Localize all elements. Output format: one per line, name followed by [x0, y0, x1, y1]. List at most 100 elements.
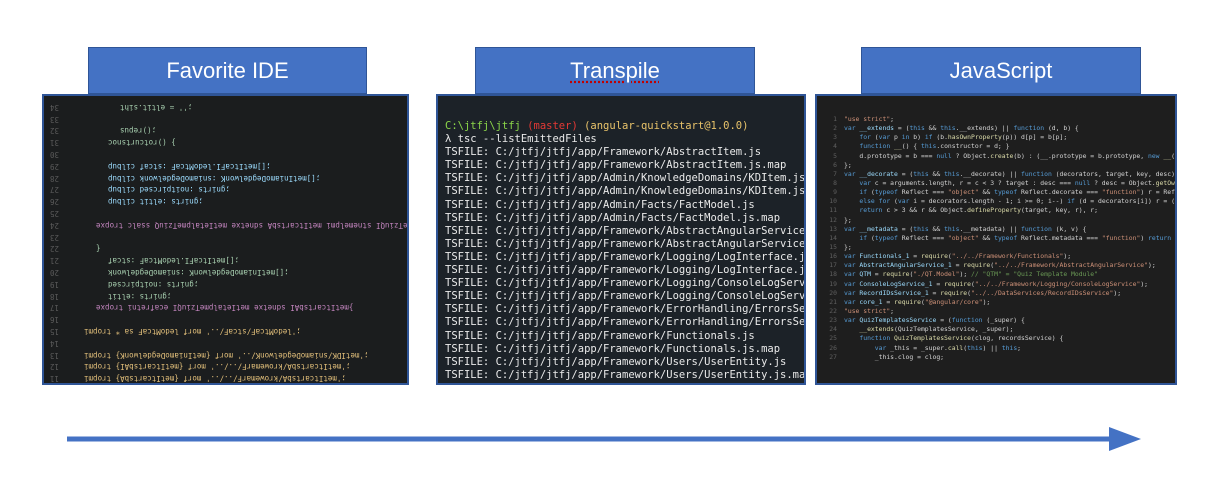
terminal-output-line: TSFILE: C:/jtfj/jtfj/app/Framework/Abstr…: [445, 224, 806, 237]
js-code-line: 24 __extends(QuizTemplatesService, _supe…: [817, 325, 1175, 334]
code-text: var QTM = require("./QT.Model"); // "QTM…: [844, 270, 1098, 279]
terminal-screenshot: C:\jtfj\jtfj (master) (angular-quickstar…: [436, 94, 806, 385]
terminal-prompt: C:\jtfj\jtfj (master) (angular-quickstar…: [445, 120, 804, 133]
terminal-output-line: TSFILE: C:/jtfj/jtfj/app/Framework/Loggi…: [445, 264, 806, 277]
terminal-output-line: TSFILE: C:/jtfj/jtfj/app/Framework/Loggi…: [445, 277, 806, 290]
js-code-line: 8 var c = arguments.length, r = c < 3 ? …: [817, 179, 1175, 188]
line-number: 8: [833, 178, 837, 187]
line-number: 11: [829, 206, 837, 215]
code-text: var QuizTemplatesService = (function (_s…: [844, 316, 1025, 325]
line-number: 2: [833, 124, 837, 133]
terminal-output-line: TSFILE: C:/jtfj/jtfj/app/Framework/Loggi…: [445, 250, 806, 263]
code-text: var ConsoleLogService_1 = require("../..…: [844, 279, 1149, 288]
js-code-line: 27 _this.clog = clog;: [817, 353, 1175, 362]
line-number: 11: [50, 374, 60, 384]
terminal-output-line: TSFILE: C:/jtfj/jtfj/app/Admin/Facts/Fac…: [445, 211, 781, 224]
js-code-line: 1 "use strict";: [817, 115, 1175, 124]
line-number: 21: [829, 297, 837, 306]
js-code-line: 23 var QuizTemplatesService = (function (…: [817, 316, 1175, 325]
stage-label: JavaScript: [949, 57, 1053, 83]
js-code-line: 18 var QTM = require("./QT.Model"); // "Q…: [817, 270, 1175, 279]
code-text: var __metadata = (this && this.__metadat…: [844, 224, 1087, 233]
js-code-line: 19 var ConsoleLogService_1 = require("../…: [817, 280, 1175, 289]
stage-label: Favorite IDE: [166, 57, 289, 83]
js-code-line: 11 return c > 3 && r && Object.definePro…: [817, 206, 1175, 215]
js-code-line: 7 var __decorate = (this && this.__decora…: [817, 170, 1175, 179]
ide-code-line: 11 import {AbstractItem} from '../../Fram…: [44, 371, 407, 384]
line-number: 9: [833, 188, 837, 197]
line-number: 5: [833, 151, 837, 160]
js-code-line: 16 var Functionals_1 = require("../../Fra…: [817, 252, 1175, 261]
js-code-line: 22 "use strict";: [817, 307, 1175, 316]
line-number: 20: [829, 288, 837, 297]
js-code-line: 14 if (typeof Reflect === "object" && ty…: [817, 234, 1175, 243]
stage-header-ide: Favorite IDE: [88, 47, 367, 94]
stage-header-transpile: Transpile: [475, 47, 755, 94]
terminal-output-line: TSFILE: C:/jtfj/jtfj/app/Admin/Knowledge…: [445, 172, 806, 185]
code-text: "use strict";: [844, 306, 895, 315]
line-number: 10: [829, 197, 837, 206]
terminal-output-line: TSFILE: C:/jtfj/jtfj/app/Framework/Error…: [445, 303, 806, 316]
line-number: 19: [829, 279, 837, 288]
terminal-output-line: TSFILE: C:/jtfj/jtfj/app/Framework/Abstr…: [445, 237, 806, 250]
line-number: 6: [833, 160, 837, 169]
terminal-output-line: TSFILE: C:/jtfj/jtfj/app/Framework/Funct…: [445, 342, 781, 355]
terminal-output-line: TSFILE: C:/jtfj/jtfj/app/Admin/Facts/Fac…: [445, 198, 755, 211]
code-text: };: [844, 160, 852, 169]
code-text: var Functionals_1 = require("../../Frame…: [844, 252, 1072, 261]
prompt-path: C:\jtfj\jtfj: [445, 120, 521, 132]
line-number: 7: [833, 169, 837, 178]
terminal-output-line: TSFILE: C:/jtfj/jtfj/app/Framework/Error…: [445, 316, 806, 329]
code-text: var __extends = (this && this.__extends)…: [844, 124, 1079, 133]
code-text: };: [844, 215, 852, 224]
code-text: import {AbstractItem} from '../../Framew…: [84, 374, 346, 384]
code-text: for (var p in b) if (b.hasOwnProperty(p)…: [859, 133, 1068, 142]
ide-code-mirrored: 34 this.title = ''; 33 32 super(); 31 construc…: [44, 96, 407, 383]
terminal-output: TSFILE: C:/jtfj/jtfj/app/Framework/Abstr…: [445, 146, 806, 383]
line-number: 23: [829, 316, 837, 325]
terminal-output-line: TSFILE: C:/jtfj/jtfj/app/Framework/Users…: [445, 368, 806, 381]
line-number: 22: [829, 306, 837, 315]
js-code-line: 10 else for (var i = decorators.length -…: [817, 197, 1175, 206]
js-code-line: 13 var __metadata = (this && this.__metad…: [817, 225, 1175, 234]
code-text: __extends(QuizTemplatesService, _super);: [859, 325, 1014, 334]
terminal-command: λ tsc --listEmittedFiles: [445, 133, 597, 146]
line-number: 4: [833, 142, 837, 151]
js-code-line: 25 function QuizTemplatesService(clog, r…: [817, 334, 1175, 343]
code-text: function __() { this.constructor = d; }: [859, 142, 1010, 151]
line-number: 16: [829, 252, 837, 261]
code-text: "use strict";: [844, 115, 895, 123]
js-code-line: 21 var core_1 = require("@angular/core");: [817, 298, 1175, 307]
js-code-line: 15};: [817, 243, 1175, 252]
js-code-line: 26 var _this = _super.call(this) || this…: [817, 344, 1175, 353]
line-number: 1: [833, 115, 837, 123]
code-text: var c = arguments.length, r = c < 3 ? ta…: [859, 178, 1177, 187]
terminal-output-line: TSFILE: C:/jtfj/jtfj/app/Admin/Knowledge…: [445, 185, 806, 198]
terminal-output-line: TSFILE: C:/jtfj/jtfj/app/Framework/Users…: [445, 355, 787, 368]
js-code-line: 20 var RecordIDsService_1 = require("../.…: [817, 289, 1175, 298]
javascript-screenshot: 1 "use strict"; 2 var __extends = (this && …: [815, 94, 1177, 385]
flow-arrow: [67, 427, 1141, 451]
code-text: if (typeof Reflect === "object" && typeo…: [859, 233, 1175, 242]
js-code-line: 9 if (typeof Reflect === "object" && typ…: [817, 188, 1175, 197]
js-code-line: 17 var AbstractAngularService_1 = require…: [817, 261, 1175, 270]
stage-header-javascript: JavaScript: [861, 47, 1141, 94]
code-text: return c > 3 && r && Object.defineProper…: [859, 206, 1098, 215]
js-code-line: 4 function __() { this.constructor = d; …: [817, 142, 1175, 151]
code-text: if (typeof Reflect === "object" && typeo…: [859, 188, 1175, 197]
js-code-line: 5 d.prototype = b === null ? Object.crea…: [817, 152, 1175, 161]
code-text: function QuizTemplatesService(clog, reco…: [859, 334, 1064, 343]
code-text: _this.clog = clog;: [844, 352, 945, 361]
line-number: 26: [829, 343, 837, 352]
stage-label: Transpile: [570, 57, 660, 83]
terminal-output-line: TSFILE: C:/jtfj/jtfj/app/Framework/Abstr…: [445, 146, 762, 159]
code-text: };: [844, 242, 852, 251]
code-text: var _this = _super.call(this) || this;: [874, 343, 1022, 352]
js-code-line: 6};: [817, 161, 1175, 170]
js-code-line: 12};: [817, 216, 1175, 225]
line-number: 15: [829, 242, 837, 251]
terminal-output-line: TSFILE: C:/jtfj/jtfj/app/Framework/Loggi…: [445, 290, 806, 303]
code-text: var AbstractAngularService_1 = require("…: [844, 261, 1156, 270]
code-text: var __decorate = (this && this.__decorat…: [844, 169, 1177, 178]
line-number: 13: [829, 224, 837, 233]
